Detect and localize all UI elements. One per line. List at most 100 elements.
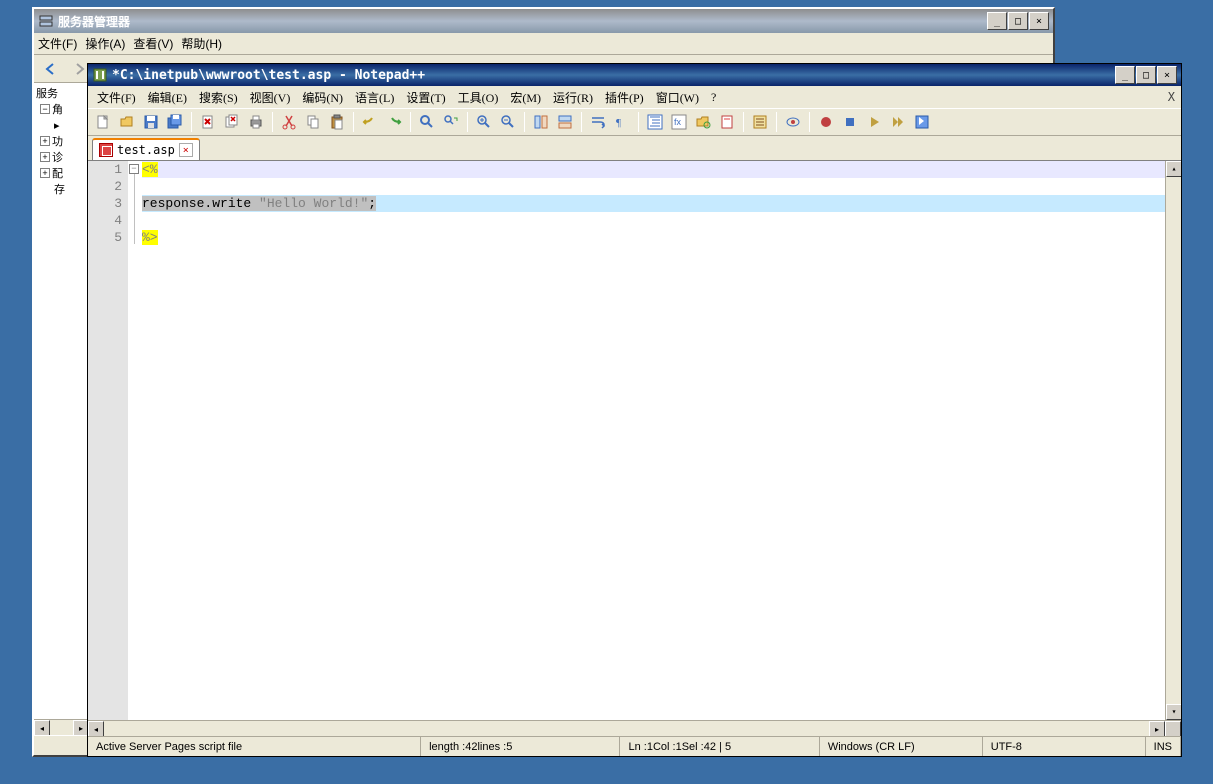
sync-h-icon[interactable] bbox=[554, 111, 576, 133]
secondary-close-icon[interactable]: X bbox=[1168, 90, 1175, 104]
function-list-icon[interactable] bbox=[749, 111, 771, 133]
menu-help[interactable]: 帮助(H) bbox=[181, 35, 222, 52]
scroll-right-icon[interactable]: ▸ bbox=[1149, 721, 1165, 736]
open-file-icon[interactable] bbox=[116, 111, 138, 133]
play-multi-icon[interactable] bbox=[887, 111, 909, 133]
status-encoding[interactable]: UTF-8 bbox=[983, 737, 1146, 756]
status-insert-mode[interactable]: INS bbox=[1146, 737, 1181, 756]
scroll-left-icon[interactable]: ◂ bbox=[34, 720, 50, 736]
redo-icon[interactable] bbox=[383, 111, 405, 133]
menu-language[interactable]: 语言(L) bbox=[350, 87, 399, 108]
menu-edit[interactable]: 编辑(E) bbox=[143, 87, 192, 108]
menu-view[interactable]: 视图(V) bbox=[245, 87, 296, 108]
menu-file[interactable]: 文件(F) bbox=[38, 35, 77, 52]
menu-help[interactable]: ? bbox=[706, 88, 721, 107]
lang-icon[interactable]: fx bbox=[668, 111, 690, 133]
editor-area: 1 2 3 4 5 − <% response.write "Hello Wor… bbox=[88, 160, 1181, 736]
fold-margin[interactable]: − bbox=[128, 161, 142, 720]
new-file-icon[interactable] bbox=[92, 111, 114, 133]
scroll-up-icon[interactable]: ▴ bbox=[1166, 161, 1181, 177]
fold-guide bbox=[134, 174, 135, 244]
menu-file[interactable]: 文件(F) bbox=[92, 87, 141, 108]
tree-node[interactable]: ▸ bbox=[54, 119, 60, 132]
code-token: response.write bbox=[142, 196, 259, 211]
notepadpp-tabbar: test.asp × bbox=[88, 136, 1181, 160]
menu-encoding[interactable]: 编码(N) bbox=[297, 87, 348, 108]
tree-scrollbar[interactable]: ◂ ▸ bbox=[34, 719, 89, 735]
code-editor[interactable]: <% response.write "Hello World!"; %> bbox=[142, 161, 1165, 720]
horizontal-scrollbar[interactable]: ◂ ▸ bbox=[88, 720, 1181, 736]
vertical-scrollbar[interactable]: ▴ ▾ bbox=[1165, 161, 1181, 720]
status-eol[interactable]: Windows (CR LF) bbox=[820, 737, 983, 756]
scroll-down-icon[interactable]: ▾ bbox=[1166, 704, 1181, 720]
menu-macro[interactable]: 宏(M) bbox=[505, 87, 546, 108]
maximize-button[interactable]: □ bbox=[1008, 12, 1028, 30]
zoom-out-icon[interactable] bbox=[497, 111, 519, 133]
notepadpp-window: *C:\inetpub\wwwroot\test.asp - Notepad++… bbox=[87, 63, 1182, 757]
save-macro-icon[interactable] bbox=[911, 111, 933, 133]
status-cursor: Ln : 1 Col : 1 Sel : 42 | 5 bbox=[620, 737, 819, 756]
tree-expand-icon[interactable]: + bbox=[40, 168, 50, 178]
svg-text:fx: fx bbox=[674, 117, 682, 127]
tab-test-asp[interactable]: test.asp × bbox=[92, 138, 200, 160]
sync-v-icon[interactable] bbox=[530, 111, 552, 133]
save-all-icon[interactable] bbox=[164, 111, 186, 133]
tree-expand-icon[interactable]: − bbox=[40, 104, 50, 114]
status-filetype: Active Server Pages script file bbox=[88, 737, 421, 756]
notepadpp-titlebar[interactable]: *C:\inetpub\wwwroot\test.asp - Notepad++… bbox=[88, 64, 1181, 86]
tree-root[interactable]: 服务 bbox=[36, 85, 58, 101]
wrap-icon[interactable] bbox=[587, 111, 609, 133]
tree-expand-icon[interactable]: + bbox=[40, 152, 50, 162]
tree-expand-icon[interactable]: + bbox=[40, 136, 50, 146]
menu-search[interactable]: 搜索(S) bbox=[194, 87, 243, 108]
close-file-icon[interactable] bbox=[197, 111, 219, 133]
copy-icon[interactable] bbox=[302, 111, 324, 133]
nav-back-icon[interactable] bbox=[40, 58, 62, 80]
minimize-button[interactable]: _ bbox=[1115, 66, 1135, 84]
stop-icon[interactable] bbox=[839, 111, 861, 133]
fold-collapse-icon[interactable]: − bbox=[129, 164, 139, 174]
menu-run[interactable]: 运行(R) bbox=[548, 87, 598, 108]
server-manager-icon bbox=[38, 13, 54, 29]
server-manager-titlebar[interactable]: 服务器管理器 _ □ × bbox=[34, 9, 1053, 33]
zoom-in-icon[interactable] bbox=[473, 111, 495, 133]
all-chars-icon[interactable]: ¶ bbox=[611, 111, 633, 133]
save-icon[interactable] bbox=[140, 111, 162, 133]
eye-icon[interactable] bbox=[782, 111, 804, 133]
menu-view[interactable]: 查看(V) bbox=[133, 35, 173, 52]
print-icon[interactable] bbox=[245, 111, 267, 133]
toolbar-separator bbox=[809, 112, 810, 132]
tree-node[interactable]: 存 bbox=[54, 181, 65, 197]
menu-settings[interactable]: 设置(T) bbox=[401, 87, 450, 108]
notepadpp-toolbar: ¶ fx bbox=[88, 108, 1181, 136]
close-all-icon[interactable] bbox=[221, 111, 243, 133]
minimize-button[interactable]: _ bbox=[987, 12, 1007, 30]
indent-guide-icon[interactable] bbox=[644, 111, 666, 133]
tree-node[interactable]: 功 bbox=[52, 133, 63, 149]
close-button[interactable]: × bbox=[1157, 66, 1177, 84]
line-numbers: 1 2 3 4 5 bbox=[88, 161, 128, 720]
toolbar-separator bbox=[353, 112, 354, 132]
undo-icon[interactable] bbox=[359, 111, 381, 133]
play-icon[interactable] bbox=[863, 111, 885, 133]
menu-action[interactable]: 操作(A) bbox=[85, 35, 125, 52]
folder-view-icon[interactable] bbox=[692, 111, 714, 133]
close-button[interactable]: × bbox=[1029, 12, 1049, 30]
tree-node[interactable]: 诊 bbox=[52, 149, 63, 165]
replace-icon[interactable] bbox=[440, 111, 462, 133]
paste-icon[interactable] bbox=[326, 111, 348, 133]
tab-close-icon[interactable]: × bbox=[179, 143, 193, 157]
tree-node[interactable]: 角 bbox=[52, 101, 63, 117]
cut-icon[interactable] bbox=[278, 111, 300, 133]
menu-tools[interactable]: 工具(O) bbox=[453, 87, 504, 108]
server-manager-tree[interactable]: 服务 −角 ▸ +功 +诊 +配 存 bbox=[34, 83, 89, 755]
code-token: "Hello World!" bbox=[259, 196, 368, 211]
maximize-button[interactable]: □ bbox=[1136, 66, 1156, 84]
menu-window[interactable]: 窗口(W) bbox=[651, 87, 704, 108]
menu-plugins[interactable]: 插件(P) bbox=[600, 87, 649, 108]
record-icon[interactable] bbox=[815, 111, 837, 133]
scroll-left-icon[interactable]: ◂ bbox=[88, 721, 104, 736]
tree-node[interactable]: 配 bbox=[52, 165, 63, 181]
find-icon[interactable] bbox=[416, 111, 438, 133]
doc-map-icon[interactable] bbox=[716, 111, 738, 133]
